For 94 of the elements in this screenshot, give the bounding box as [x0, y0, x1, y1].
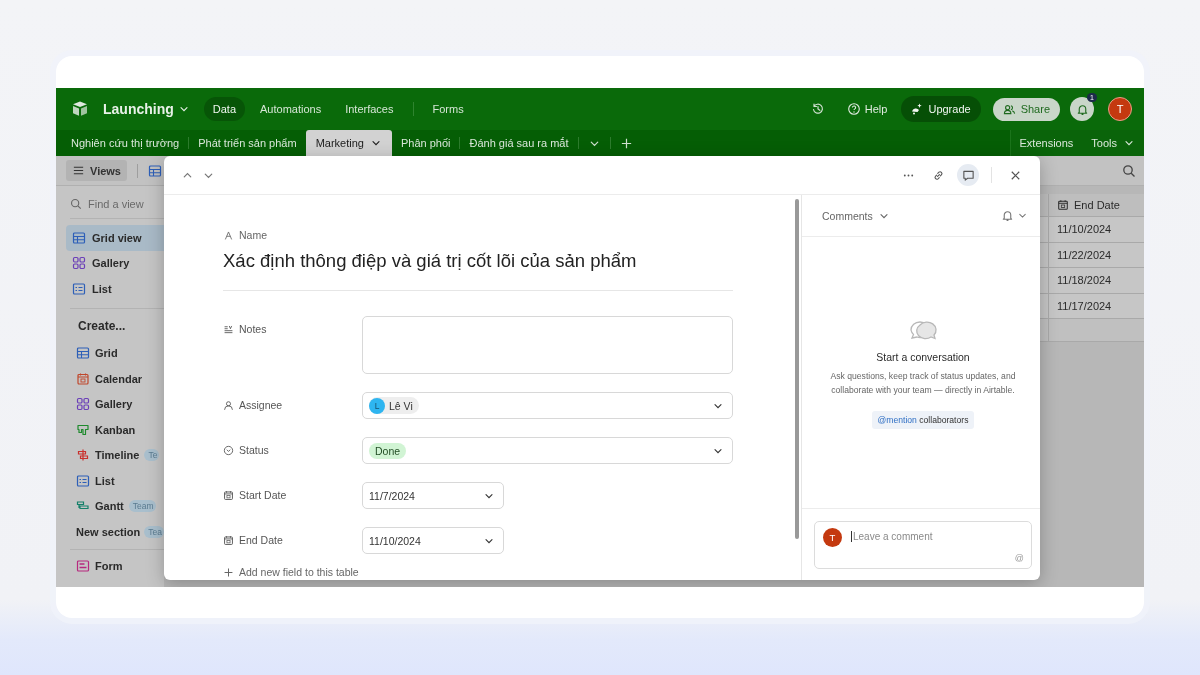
upgrade-button[interactable]: Upgrade — [901, 96, 981, 122]
grid-icon[interactable] — [148, 163, 162, 178]
field-label: End Date — [239, 534, 283, 546]
tools-button[interactable]: Tools — [1082, 137, 1144, 149]
kanban-icon — [76, 422, 90, 437]
calendar-icon — [1057, 199, 1069, 211]
nav-tab[interactable]: Data — [203, 97, 246, 121]
status-icon — [223, 444, 234, 456]
view-item[interactable]: Gallery — [66, 250, 164, 276]
user-avatar[interactable]: T — [1108, 97, 1132, 121]
create-view-item[interactable]: List — [56, 468, 164, 494]
history-icon[interactable] — [810, 102, 825, 116]
comments-button[interactable] — [957, 164, 979, 186]
logo-icon[interactable] — [71, 100, 89, 118]
grid-icon — [76, 346, 90, 361]
date-field[interactable]: 11/7/2024 — [362, 482, 504, 509]
field-label: Assignee — [239, 399, 283, 411]
mention-hint: @mention collaborators — [871, 411, 975, 429]
date-cell-text: 11/18/2024 — [1056, 273, 1113, 289]
status-select[interactable]: Done — [362, 437, 733, 464]
nav-tab[interactable]: Interfaces — [336, 97, 403, 121]
notifications-button[interactable] — [1070, 97, 1094, 121]
create-heading: Create... — [77, 317, 127, 335]
bell-icon — [1001, 209, 1014, 222]
user-avatar: T — [823, 528, 842, 547]
plus-icon — [223, 566, 234, 578]
notification-settings[interactable] — [1001, 209, 1028, 222]
calendar-icon — [223, 534, 234, 546]
calendar-icon — [223, 489, 234, 501]
base-name-button[interactable]: Launching — [103, 101, 190, 117]
field-label: Notes — [239, 323, 267, 335]
table-tab[interactable]: Marketing — [305, 130, 392, 156]
notes-icon — [223, 323, 234, 335]
share-button[interactable]: Share — [992, 97, 1060, 121]
create-view-item[interactable]: Kanban — [56, 417, 164, 443]
search-icon[interactable] — [1122, 163, 1136, 178]
find-view-field[interactable]: Find a view — [88, 198, 158, 210]
create-view-item[interactable]: Timeline Te — [56, 442, 164, 468]
bell-icon — [1075, 102, 1089, 116]
team-badge: Tea — [144, 525, 164, 538]
date-cell-text: 11/22/2024 — [1056, 247, 1113, 263]
add-field-button[interactable]: Add new field to this table — [223, 566, 733, 578]
plus-icon[interactable] — [619, 136, 633, 150]
views-button[interactable]: Views — [66, 160, 127, 181]
nav-tab[interactable]: Forms — [423, 97, 473, 121]
gallery-icon — [72, 256, 86, 271]
timeline-icon — [76, 448, 90, 463]
nav-tab[interactable]: Automations — [251, 97, 331, 121]
help-button[interactable]: Help — [838, 97, 896, 121]
people-icon — [1002, 102, 1016, 116]
empty-title: Start a conversation — [876, 351, 970, 363]
list-icon — [76, 473, 90, 488]
view-item[interactable]: Grid view — [66, 225, 164, 251]
team-badge: Te — [144, 449, 160, 462]
link-icon — [931, 168, 945, 182]
grid-icon — [72, 230, 86, 245]
person-icon — [223, 399, 234, 411]
comments-filter[interactable]: Comments — [822, 209, 890, 222]
table-tab[interactable]: Phát triển sản phẩm — [189, 130, 306, 156]
form-icon — [76, 559, 90, 574]
create-view-item[interactable]: Form — [56, 553, 164, 579]
user-avatar: L — [369, 397, 385, 414]
menu-icon — [72, 164, 85, 177]
calendar-icon — [76, 371, 90, 386]
create-view-item[interactable]: Calendar — [56, 366, 164, 392]
user-chip: L Lê Vi — [369, 397, 419, 414]
section-heading: New section — [76, 525, 141, 538]
record-title: Xác định thông điệp và giá trị cốt lõi của sản phẩm — [223, 250, 638, 272]
table-tab[interactable]: Nghiên cứu thị trường — [62, 130, 189, 156]
assignee-select[interactable]: L Lê Vi — [362, 392, 733, 419]
notes-field[interactable] — [362, 316, 733, 374]
create-view-item[interactable]: Grid — [56, 340, 164, 366]
create-view-item[interactable]: Gantt Team — [56, 493, 164, 519]
list-icon — [72, 281, 86, 296]
team-badge: Team — [128, 500, 156, 513]
search-icon — [70, 198, 82, 210]
date-cell-text: 11/17/2024 — [1056, 298, 1113, 314]
field-label: Start Date — [239, 489, 287, 501]
gallery-icon — [76, 397, 90, 412]
date-field[interactable]: 11/10/2024 — [362, 527, 504, 554]
help-icon — [846, 102, 861, 116]
text-field-icon — [223, 229, 234, 241]
create-view-item[interactable]: Gallery — [56, 391, 164, 417]
field-label: Status — [239, 444, 269, 456]
extensions-button[interactable]: Extensions — [1010, 137, 1083, 149]
status-pill: Done — [369, 442, 407, 459]
comments-icon — [961, 168, 975, 182]
date-cell-text: 11/10/2024 — [1056, 222, 1113, 238]
field-label: Name — [239, 229, 267, 241]
comment-composer[interactable]: T Leave a comment @ — [814, 521, 1032, 569]
view-item[interactable]: List — [66, 276, 164, 302]
empty-description: Ask questions, keep track of status updates, and collaborate with your team — directly in Airtable. — [829, 370, 1017, 397]
table-tab[interactable]: Đánh giá sau ra mắt — [460, 130, 578, 156]
table-tab[interactable]: Phân phối — [391, 130, 460, 156]
